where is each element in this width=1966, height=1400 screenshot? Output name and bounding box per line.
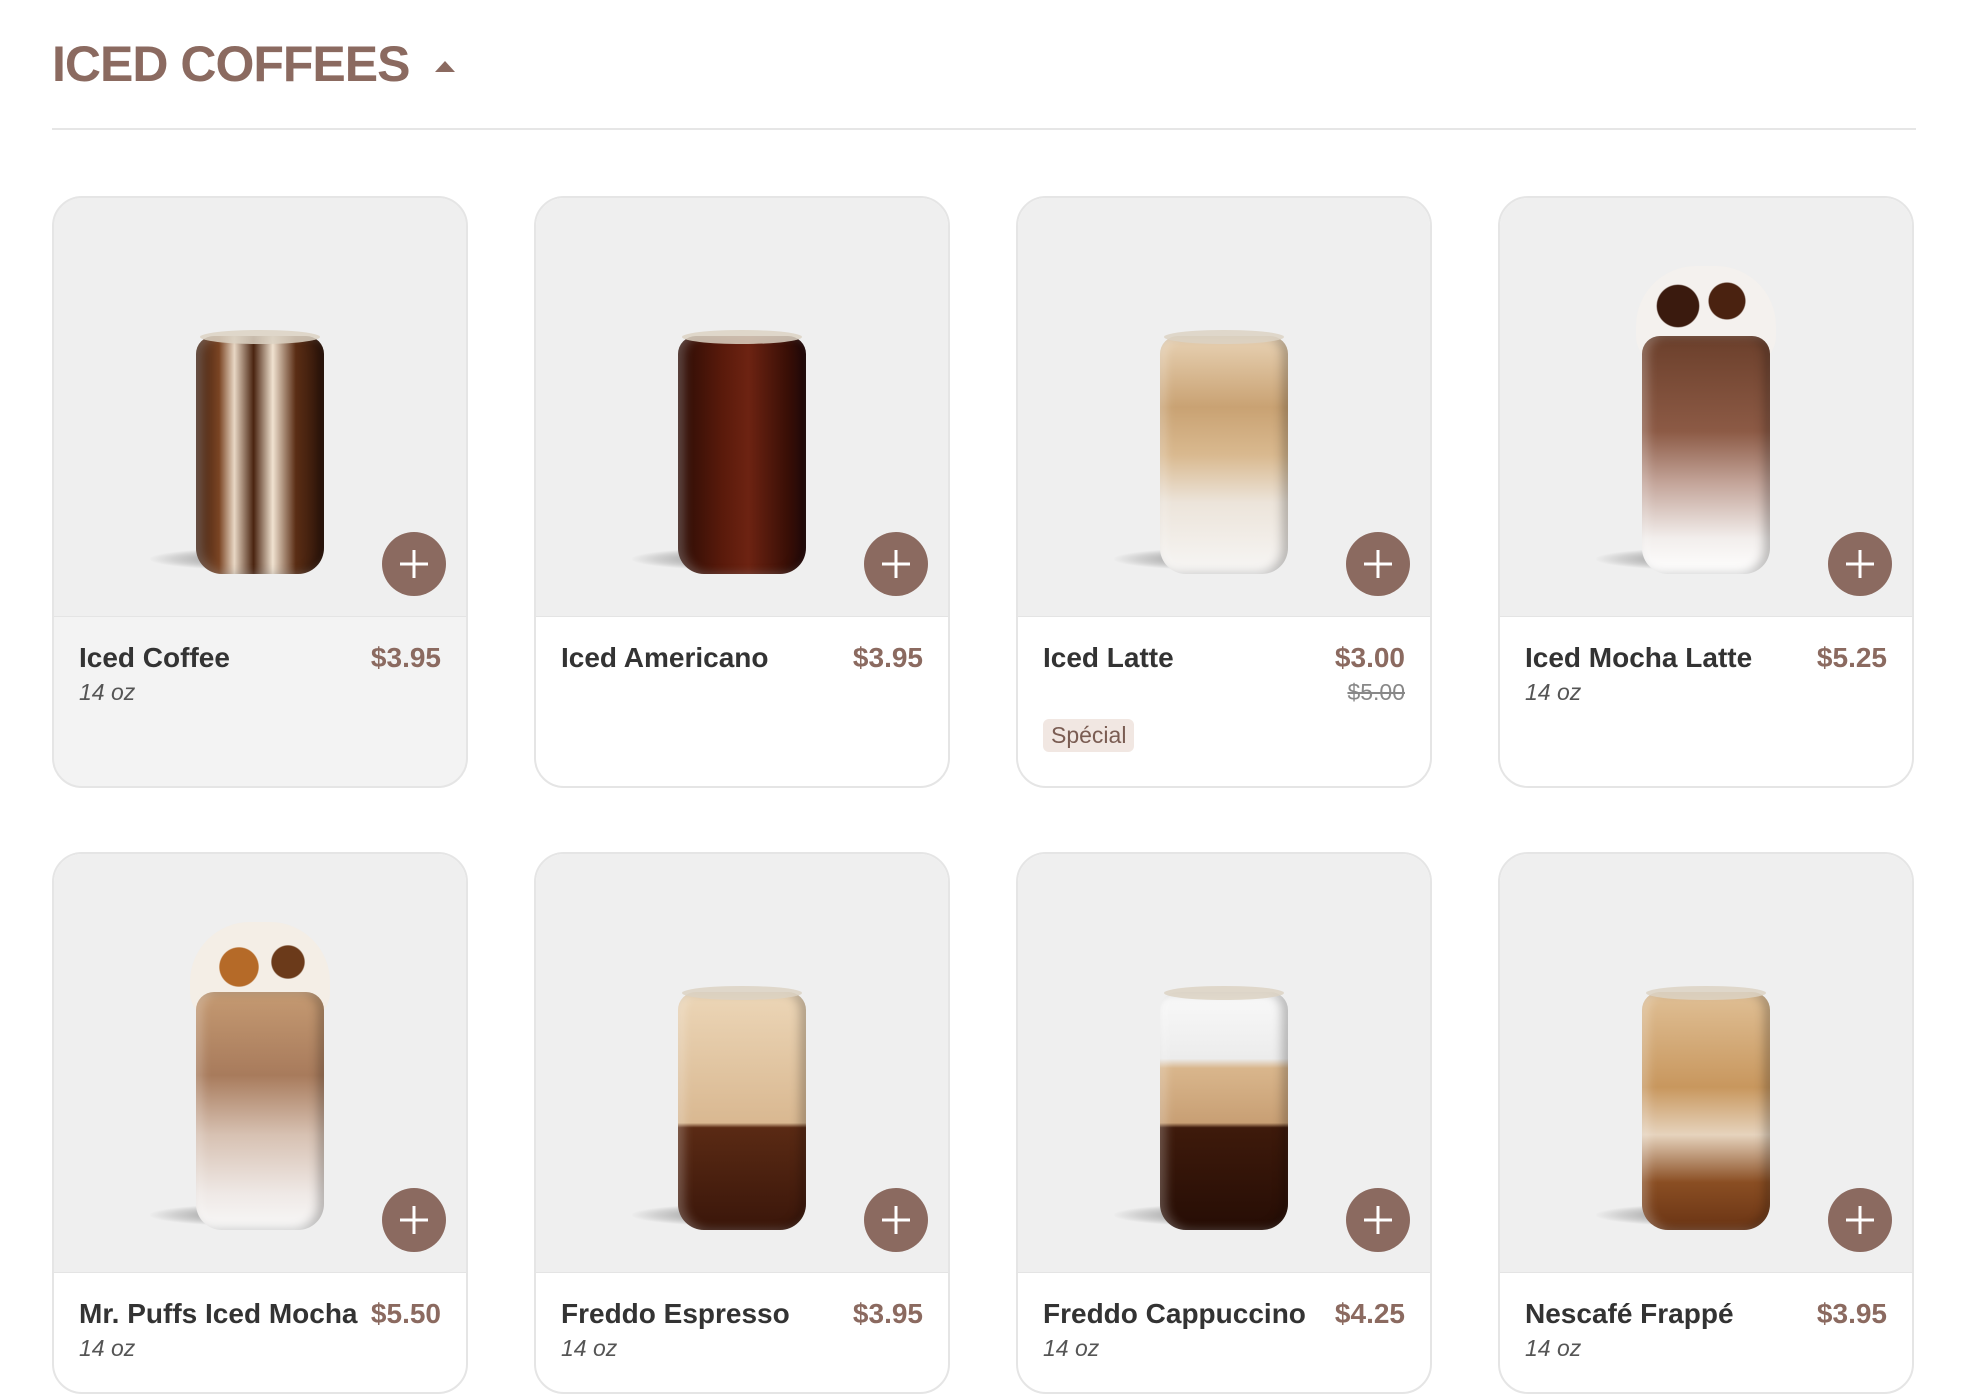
product-info: Nescafé Frappé $3.95 14 oz	[1500, 1273, 1912, 1362]
iced-mocha-latte-glass	[1642, 336, 1770, 574]
product-name: Iced Americano	[561, 642, 769, 673]
add-to-cart-button[interactable]	[864, 1188, 928, 1252]
product-card[interactable]: Iced Latte $3.00 $5.00 Spécial	[1016, 196, 1432, 788]
product-card[interactable]: Iced Coffee $3.95 14 oz	[52, 196, 468, 788]
iced-coffee-glass	[196, 330, 324, 574]
product-info: Freddo Cappuccino $4.25 14 oz	[1018, 1273, 1430, 1362]
product-price: $3.95	[1816, 1298, 1887, 1329]
product-info: Mr. Puffs Iced Mocha $5.50 14 oz	[54, 1273, 466, 1362]
product-price: $5.25	[1816, 642, 1887, 673]
product-size: 14 oz	[1043, 1335, 1100, 1361]
iced-americano-glass	[678, 330, 806, 574]
product-price: $3.95	[852, 1298, 923, 1329]
freddo-espresso-glass	[678, 986, 806, 1230]
product-info: Iced Latte $3.00 $5.00 Spécial	[1018, 617, 1430, 752]
product-name: Iced Coffee	[79, 642, 230, 673]
product-image[interactable]	[1500, 854, 1912, 1273]
product-grid: Iced Coffee $3.95 14 oz Iced Americano $…	[52, 196, 1914, 1394]
product-name: Freddo Cappuccino	[1043, 1298, 1306, 1329]
add-to-cart-button[interactable]	[382, 1188, 446, 1252]
product-card[interactable]: Freddo Espresso $3.95 14 oz	[534, 852, 950, 1394]
product-size: 14 oz	[1525, 679, 1582, 705]
product-name: Iced Latte	[1043, 642, 1174, 673]
nescafe-frappe-glass	[1642, 986, 1770, 1230]
product-size: 14 oz	[561, 1335, 618, 1361]
product-image[interactable]	[1018, 854, 1430, 1273]
product-image[interactable]	[54, 854, 466, 1273]
product-price: $3.95	[370, 642, 441, 673]
product-card[interactable]: Iced Mocha Latte $5.25 14 oz	[1498, 196, 1914, 788]
add-to-cart-button[interactable]	[1828, 1188, 1892, 1252]
special-badge: Spécial	[1043, 719, 1135, 752]
product-name: Nescafé Frappé	[1525, 1298, 1734, 1329]
product-image[interactable]	[536, 854, 948, 1273]
add-to-cart-button[interactable]	[382, 532, 446, 596]
product-size: 14 oz	[1525, 1335, 1582, 1361]
product-name: Mr. Puffs Iced Mocha	[79, 1298, 358, 1329]
product-card[interactable]: Nescafé Frappé $3.95 14 oz	[1498, 852, 1914, 1394]
original-price: $5.00	[1347, 679, 1405, 705]
add-to-cart-button[interactable]	[864, 532, 928, 596]
add-to-cart-button[interactable]	[1828, 532, 1892, 596]
product-image[interactable]	[1500, 198, 1912, 617]
product-name: Iced Mocha Latte	[1525, 642, 1753, 673]
section-divider	[52, 128, 1916, 130]
section-header[interactable]: ICED COFFEES	[52, 30, 456, 98]
product-price: $4.25	[1334, 1298, 1405, 1329]
product-info: Freddo Espresso $3.95 14 oz	[536, 1273, 948, 1362]
product-card[interactable]: Iced Americano $3.95	[534, 196, 950, 788]
product-info: Iced Americano $3.95	[536, 617, 948, 675]
product-size: 14 oz	[79, 679, 136, 705]
add-to-cart-button[interactable]	[1346, 1188, 1410, 1252]
product-card[interactable]: Freddo Cappuccino $4.25 14 oz	[1016, 852, 1432, 1394]
iced-latte-glass	[1160, 330, 1288, 574]
iced-coffees-section: ICED COFFEES Iced Coffee $3.95 14 oz Ice…	[0, 0, 1966, 1400]
product-card[interactable]: Mr. Puffs Iced Mocha $5.50 14 oz	[52, 852, 468, 1394]
product-image[interactable]	[54, 198, 466, 617]
product-image[interactable]	[536, 198, 948, 617]
mr-puffs-iced-mocha-glass	[196, 992, 324, 1230]
product-price: $5.50	[370, 1298, 441, 1329]
caret-up-icon[interactable]	[435, 60, 456, 72]
section-title: ICED COFFEES	[52, 36, 410, 92]
product-name: Freddo Espresso	[561, 1298, 790, 1329]
add-to-cart-button[interactable]	[1346, 532, 1410, 596]
product-size: 14 oz	[79, 1335, 136, 1361]
product-price: $3.95	[852, 642, 923, 673]
product-price: $3.00	[1334, 642, 1405, 673]
product-image[interactable]	[1018, 198, 1430, 617]
freddo-cappuccino-glass	[1160, 986, 1288, 1230]
product-info: Iced Coffee $3.95 14 oz	[54, 617, 466, 706]
product-info: Iced Mocha Latte $5.25 14 oz	[1500, 617, 1912, 706]
